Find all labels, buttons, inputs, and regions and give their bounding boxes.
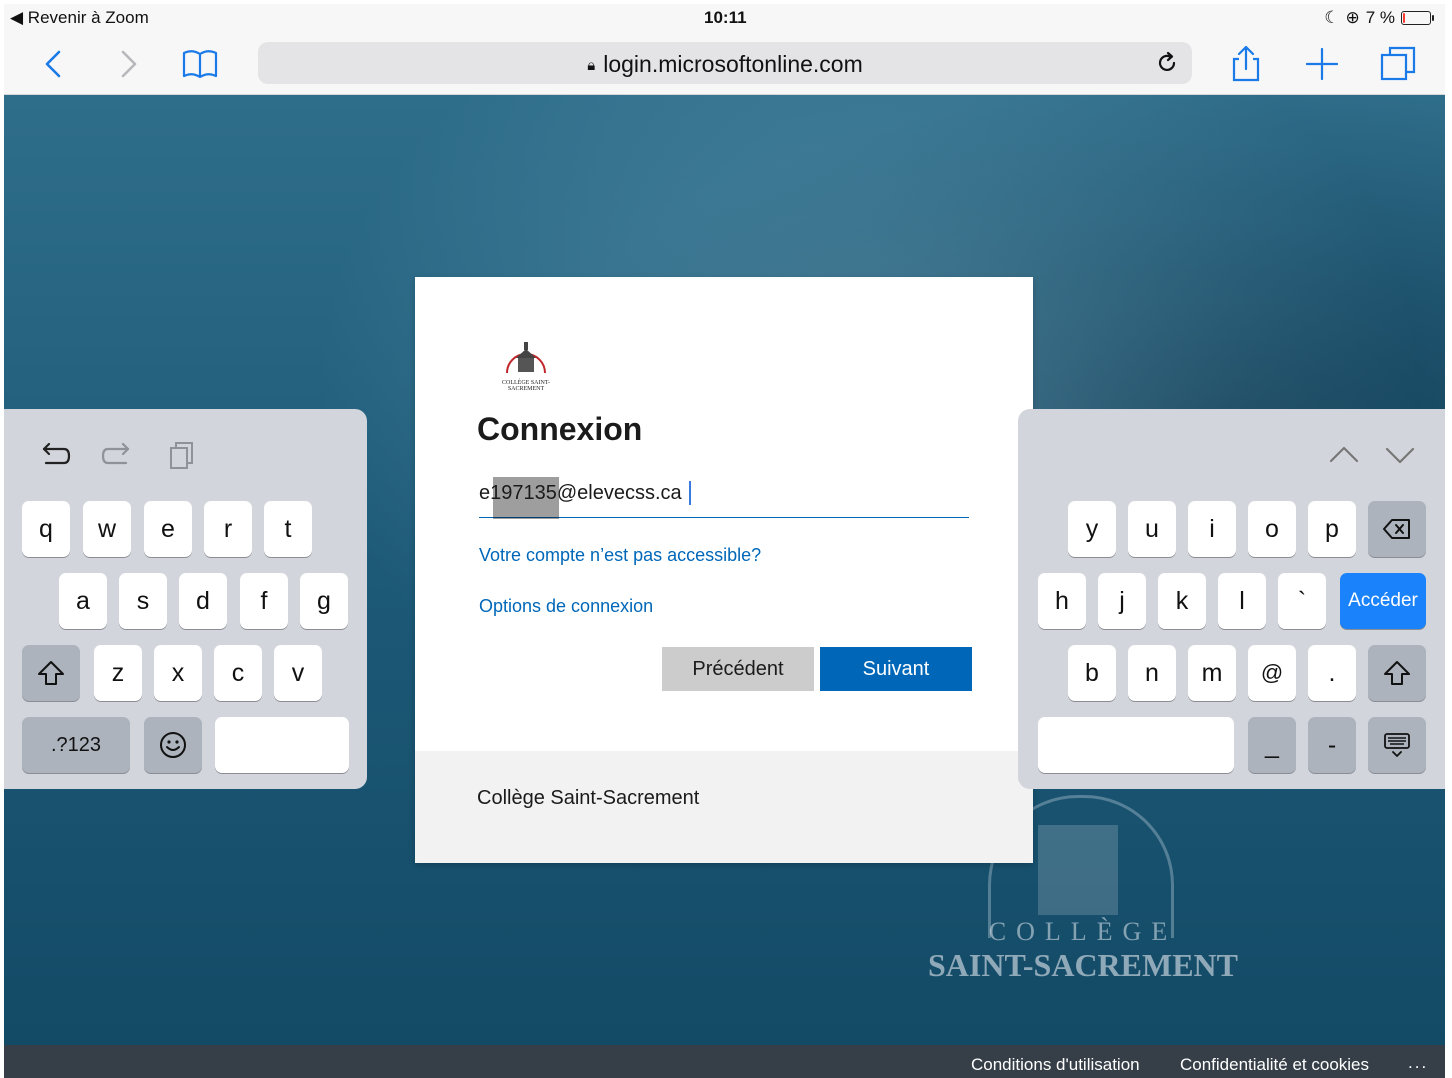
key-m[interactable]: m xyxy=(1188,645,1236,701)
lock-icon: 🔒︎ xyxy=(587,57,596,74)
ipad-screen: ◀ Revenir à Zoom 10:11 ☾ ⊕ 7 % 🔒︎ login.m… xyxy=(4,4,1445,1078)
shift-key[interactable] xyxy=(22,645,80,701)
key-j[interactable]: j xyxy=(1098,573,1146,629)
next-button[interactable]: Suivant xyxy=(820,647,972,691)
emoji-icon xyxy=(160,732,186,758)
key-h[interactable]: h xyxy=(1038,573,1086,629)
key-y[interactable]: y xyxy=(1068,501,1116,557)
chevron-down-icon[interactable] xyxy=(1382,437,1418,473)
page-footer: Conditions d'utilisation Confidentialité… xyxy=(4,1045,1445,1078)
numbers-key[interactable]: .?123 xyxy=(22,717,130,773)
status-bar: ◀ Revenir à Zoom 10:11 ☾ ⊕ 7 % xyxy=(4,4,1445,34)
key-z[interactable]: z xyxy=(94,645,142,701)
key-g[interactable]: g xyxy=(300,573,348,629)
redo-icon[interactable] xyxy=(100,437,136,473)
paste-icon[interactable] xyxy=(164,437,200,473)
space-key-left[interactable] xyxy=(215,717,349,773)
new-tab-icon[interactable] xyxy=(1302,44,1342,84)
key-underscore[interactable]: _ xyxy=(1248,717,1296,773)
url-text: login.microsoftonline.com xyxy=(603,51,863,77)
key-p[interactable]: p xyxy=(1308,501,1356,557)
seal-line2: SAINT-SACREMENT xyxy=(928,947,1238,983)
key-n[interactable]: n xyxy=(1128,645,1176,701)
college-logo: COLLÈGE SAINT-SACREMENT xyxy=(485,339,567,392)
key-w[interactable]: w xyxy=(83,501,131,557)
key-hyphen[interactable]: - xyxy=(1308,717,1356,773)
privacy-link[interactable]: Confidentialité et cookies xyxy=(1180,1055,1369,1075)
space-key-right[interactable] xyxy=(1038,717,1234,773)
reload-icon[interactable] xyxy=(1154,50,1180,76)
college-logo-icon xyxy=(506,342,546,374)
key-a[interactable]: a xyxy=(59,573,107,629)
keyboard-right-half: y u i o p h j k l ` Accéder b n m @ . _ … xyxy=(1018,409,1445,789)
browser-toolbar: 🔒︎ login.microsoftonline.com xyxy=(4,34,1445,95)
text-caret xyxy=(689,481,691,505)
page-title: Connexion xyxy=(477,411,643,447)
key-c[interactable]: c xyxy=(214,645,262,701)
seal-building xyxy=(1038,825,1118,915)
key-at[interactable]: @ xyxy=(1248,645,1296,701)
terms-link[interactable]: Conditions d'utilisation xyxy=(971,1055,1140,1075)
address-bar[interactable]: 🔒︎ login.microsoftonline.com xyxy=(258,42,1192,84)
undo-icon[interactable] xyxy=(36,437,72,473)
chevron-left-icon[interactable] xyxy=(34,44,74,84)
key-i[interactable]: i xyxy=(1188,501,1236,557)
shift-icon xyxy=(1384,661,1410,685)
orientation-lock-icon: ⊕ xyxy=(1345,8,1360,27)
key-l[interactable]: l xyxy=(1218,573,1266,629)
emoji-key[interactable] xyxy=(144,717,202,773)
key-k[interactable]: k xyxy=(1158,573,1206,629)
go-key[interactable]: Accéder xyxy=(1340,573,1426,629)
signin-options-link[interactable]: Options de connexion xyxy=(479,596,653,617)
key-v[interactable]: v xyxy=(274,645,322,701)
college-logo-text: COLLÈGE SAINT-SACREMENT xyxy=(502,380,550,392)
share-icon[interactable] xyxy=(1226,44,1266,84)
moon-icon: ☾ xyxy=(1324,8,1340,27)
chevron-right-icon[interactable] xyxy=(108,44,148,84)
key-backtick[interactable]: ` xyxy=(1278,573,1326,629)
key-u[interactable]: u xyxy=(1128,501,1176,557)
more-options-link[interactable]: ... xyxy=(1408,1053,1428,1073)
login-card: COLLÈGE SAINT-SACREMENT Connexion e19713… xyxy=(415,277,1033,863)
key-period[interactable]: . xyxy=(1308,645,1356,701)
back-to-app-link[interactable]: ◀ Revenir à Zoom xyxy=(10,8,149,28)
shift-icon xyxy=(38,661,64,685)
key-x[interactable]: x xyxy=(154,645,202,701)
shift-key-right[interactable] xyxy=(1368,645,1426,701)
keyboard-dismiss-icon xyxy=(1384,733,1410,757)
seal-line1: COLLÈGE xyxy=(988,917,1178,946)
key-s[interactable]: s xyxy=(119,573,167,629)
key-f[interactable]: f xyxy=(240,573,288,629)
email-field[interactable]: e197135@elevecss.ca xyxy=(479,473,969,519)
status-right: ☾ ⊕ 7 % xyxy=(1324,8,1434,28)
organization-name: Collège Saint-Sacrement xyxy=(477,787,700,809)
battery-icon xyxy=(1401,11,1434,25)
battery-percent: 7 % xyxy=(1365,8,1395,27)
key-d[interactable]: d xyxy=(179,573,227,629)
account-inaccessible-link[interactable]: Votre compte n’est pas accessible? xyxy=(479,545,761,566)
keyboard-left-half: q w e r t a s d f g z x c v .?123 xyxy=(4,409,367,789)
status-time: 10:11 xyxy=(704,8,747,27)
bookmarks-icon[interactable] xyxy=(180,44,220,84)
key-t[interactable]: t xyxy=(264,501,312,557)
back-button[interactable]: Précédent xyxy=(662,647,814,691)
key-o[interactable]: o xyxy=(1248,501,1296,557)
key-b[interactable]: b xyxy=(1068,645,1116,701)
key-r[interactable]: r xyxy=(204,501,252,557)
key-q[interactable]: q xyxy=(22,501,70,557)
dismiss-keyboard-key[interactable] xyxy=(1368,717,1426,773)
chevron-up-icon[interactable] xyxy=(1326,437,1362,473)
card-footer: Collège Saint-Sacrement xyxy=(415,751,1033,863)
backspace-icon xyxy=(1383,519,1410,539)
email-value: e197135@elevecss.ca xyxy=(479,482,682,504)
backspace-key[interactable] xyxy=(1368,501,1426,557)
tabs-overview-icon[interactable] xyxy=(1378,44,1418,84)
battery-fill xyxy=(1403,13,1405,23)
key-e[interactable]: e xyxy=(144,501,192,557)
url-display[interactable]: 🔒︎ login.microsoftonline.com xyxy=(258,51,1192,78)
